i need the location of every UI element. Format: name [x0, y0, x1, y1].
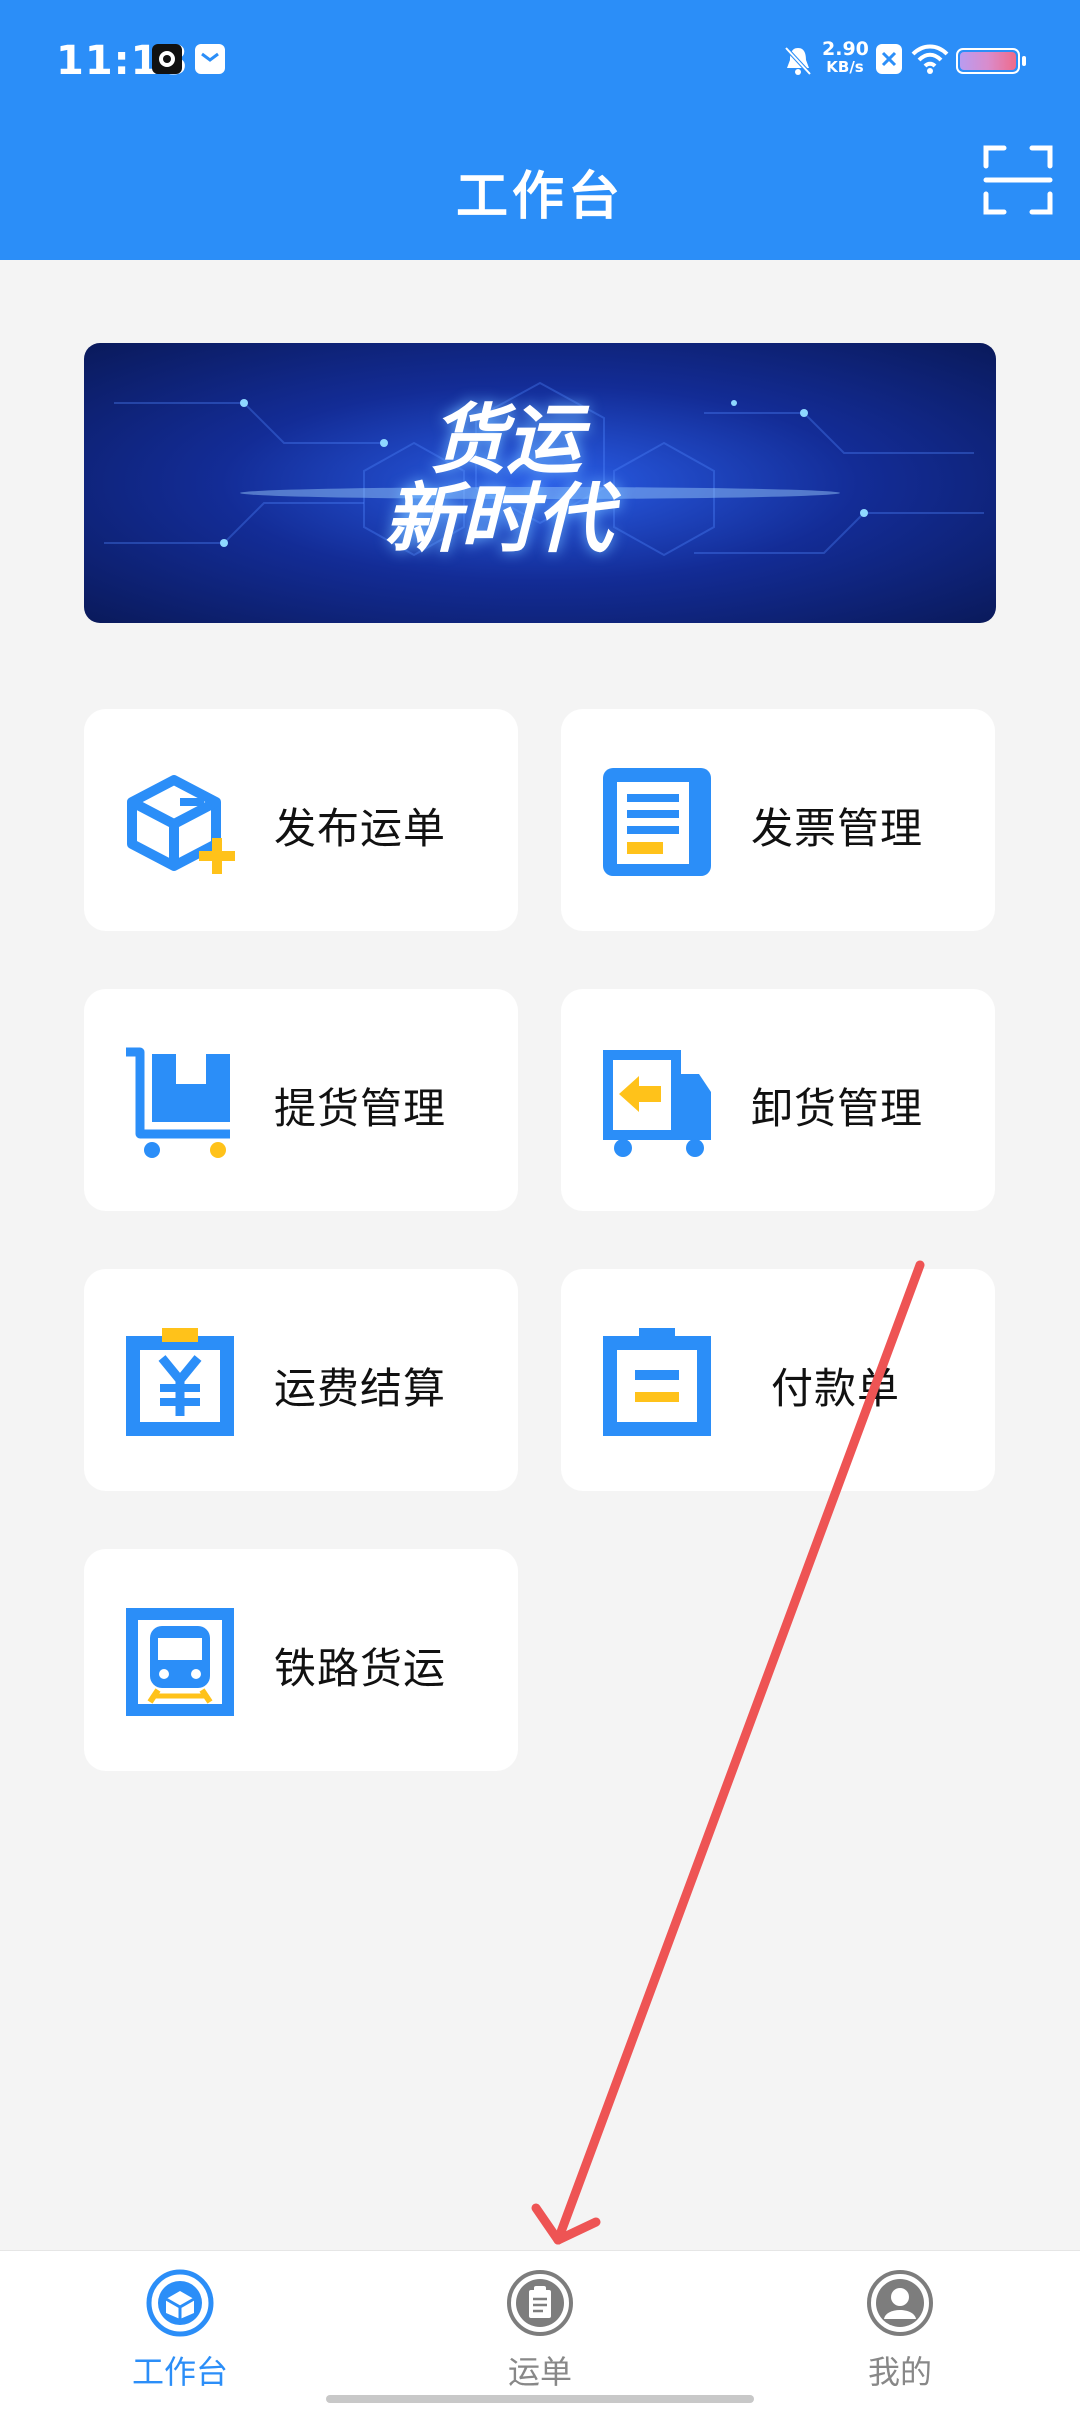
menu-card-invoice[interactable]: 发票管理	[561, 709, 995, 931]
railway-train-icon	[126, 1608, 234, 1716]
tab-label: 运单	[507, 2353, 572, 2391]
menu-card-railway[interactable]: 铁路货运	[84, 1549, 518, 1771]
menu-label: 发票管理	[751, 804, 924, 853]
promo-banner[interactable]: 货运 新时代	[84, 343, 996, 623]
bottom-nav: 工作台 运单 我的	[0, 2250, 1080, 2409]
invoice-icon	[603, 768, 711, 876]
network-speed-unit: KB/s	[826, 58, 864, 76]
menu-label: 运费结算	[274, 1364, 447, 1413]
wifi-icon	[911, 44, 949, 74]
unload-truck-icon	[603, 1050, 711, 1157]
menu-label: 提货管理	[274, 1084, 447, 1133]
notification-app-icon	[152, 44, 182, 74]
menu-label: 卸货管理	[751, 1084, 924, 1133]
status-bar: 11:18 2.90 KB/s	[0, 0, 1080, 130]
menu-card-publish-waybill[interactable]: 发布运单	[84, 709, 518, 931]
payment-order-icon	[603, 1328, 711, 1436]
banner-line2: 新时代	[384, 474, 612, 563]
scan-icon[interactable]	[982, 144, 1054, 216]
tab-mine[interactable]: 我的	[800, 2269, 1000, 2399]
tab-waybill[interactable]: 运单	[440, 2269, 640, 2399]
menu-label: 铁路货运	[274, 1644, 447, 1693]
tab-label: 我的	[867, 2353, 932, 2391]
banner-line1: 货运	[430, 395, 582, 484]
clipboard-icon	[507, 2270, 573, 2336]
tab-label: 工作台	[131, 2353, 228, 2391]
tab-workbench[interactable]: 工作台	[80, 2269, 280, 2399]
network-speed: 2.90 KB/s	[822, 38, 869, 77]
banner-text: 货运 新时代	[384, 401, 714, 559]
page-title: 工作台	[455, 167, 624, 227]
publish-waybill-icon	[127, 775, 235, 874]
sim-off-icon	[876, 44, 902, 74]
menu-card-pickup[interactable]: 提货管理	[84, 989, 518, 1211]
menu-label: 付款单	[771, 1364, 901, 1413]
freight-settlement-icon	[126, 1328, 234, 1436]
menu-card-freight-settlement[interactable]: 运费结算	[84, 1269, 518, 1491]
message-notification-icon	[195, 44, 225, 74]
user-avatar-icon	[867, 2270, 933, 2336]
network-speed-value: 2.90	[822, 38, 869, 60]
battery-tip	[1022, 56, 1026, 66]
menu-card-payment-order[interactable]: 付款单	[561, 1269, 995, 1491]
menu-label: 发布运单	[274, 804, 447, 853]
app-header: 工作台	[0, 130, 1080, 260]
menu-card-unload[interactable]: 卸货管理	[561, 989, 995, 1211]
home-indicator[interactable]	[326, 2395, 754, 2403]
pickup-cart-icon	[126, 1047, 230, 1158]
mute-bell-icon	[784, 46, 812, 76]
battery-icon	[956, 48, 1020, 74]
workbench-icon	[146, 2269, 214, 2337]
